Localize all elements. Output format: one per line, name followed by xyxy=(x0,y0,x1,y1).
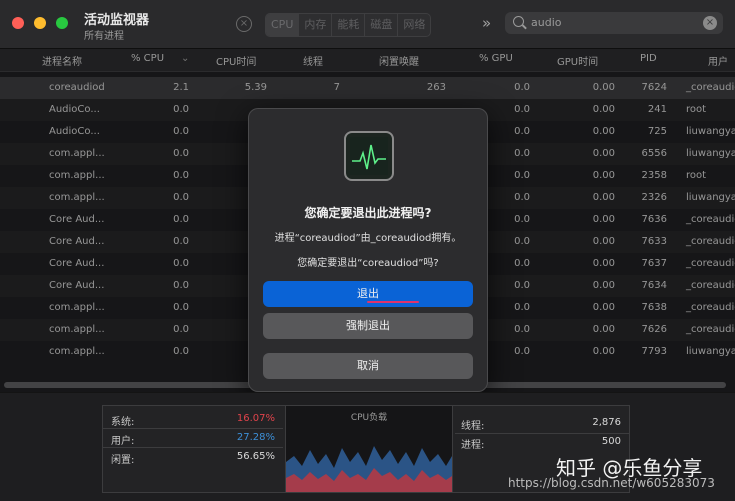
dialog-title: 您确定要退出此进程吗? xyxy=(304,206,432,220)
system-label: 系统: xyxy=(111,417,135,428)
threads-value: 2,876 xyxy=(592,417,621,428)
idle-label: 闲置: xyxy=(111,455,135,466)
dialog-message-confirm: 您确定要退出“coreaudiod”吗? xyxy=(297,258,439,269)
force-quit-button[interactable]: 强制退出 xyxy=(263,313,473,339)
category-tabs: CPU 内存 能耗 磁盘 网络 xyxy=(265,13,432,37)
search-icon xyxy=(513,16,524,27)
toolbar: 活动监视器 所有进程 × CPU 内存 能耗 磁盘 网络 » audio × xyxy=(0,0,735,49)
tab-energy[interactable]: 能耗 xyxy=(332,14,366,36)
cancel-button[interactable]: 取消 xyxy=(263,353,473,379)
search-input[interactable]: audio xyxy=(531,16,561,29)
processes-stat: 进程: 500 xyxy=(461,433,621,453)
quit-process-dialog: 您确定要退出此进程吗? 进程“coreaudiod”由_coreaudiod拥有… xyxy=(248,108,488,392)
window-title: 活动监视器 xyxy=(84,13,150,28)
tab-cpu[interactable]: CPU xyxy=(266,14,300,36)
zoom-window-button[interactable] xyxy=(56,17,68,29)
dialog-message-owner: 进程“coreaudiod”由_coreaudiod拥有。 xyxy=(274,233,462,244)
idle-value: 56.65% xyxy=(236,451,275,462)
user-value: 27.28% xyxy=(236,432,275,443)
system-stat: 系统: 16.07% xyxy=(111,410,275,428)
minimize-window-button[interactable] xyxy=(34,17,46,29)
tab-network[interactable]: 网络 xyxy=(398,14,430,36)
watermark-url: https://blog.csdn.net/w605283073 xyxy=(508,476,715,490)
threads-stat: 线程: 2,876 xyxy=(461,414,621,434)
processes-label: 进程: xyxy=(461,440,485,451)
clear-search-icon[interactable]: × xyxy=(703,16,717,30)
user-label: 用户: xyxy=(111,436,135,447)
idle-stat: 闲置: 56.65% xyxy=(111,448,275,466)
threads-label: 线程: xyxy=(461,421,485,432)
search-field[interactable]: audio × xyxy=(505,12,723,34)
system-value: 16.07% xyxy=(236,413,275,424)
user-stat: 用户: 27.28% xyxy=(111,429,275,447)
tab-disk[interactable]: 磁盘 xyxy=(365,14,399,36)
tab-memory[interactable]: 内存 xyxy=(299,14,333,36)
cpu-load-graph: CPU负载 xyxy=(285,406,453,492)
window-subtitle: 所有进程 xyxy=(84,31,124,42)
activity-monitor-app-icon xyxy=(344,131,394,181)
stop-process-icon[interactable]: × xyxy=(236,16,252,32)
processes-value: 500 xyxy=(601,436,621,447)
quit-button[interactable]: 退出 xyxy=(263,281,473,307)
more-toolbar-icon[interactable]: » xyxy=(482,14,491,32)
close-window-button[interactable] xyxy=(12,17,24,29)
